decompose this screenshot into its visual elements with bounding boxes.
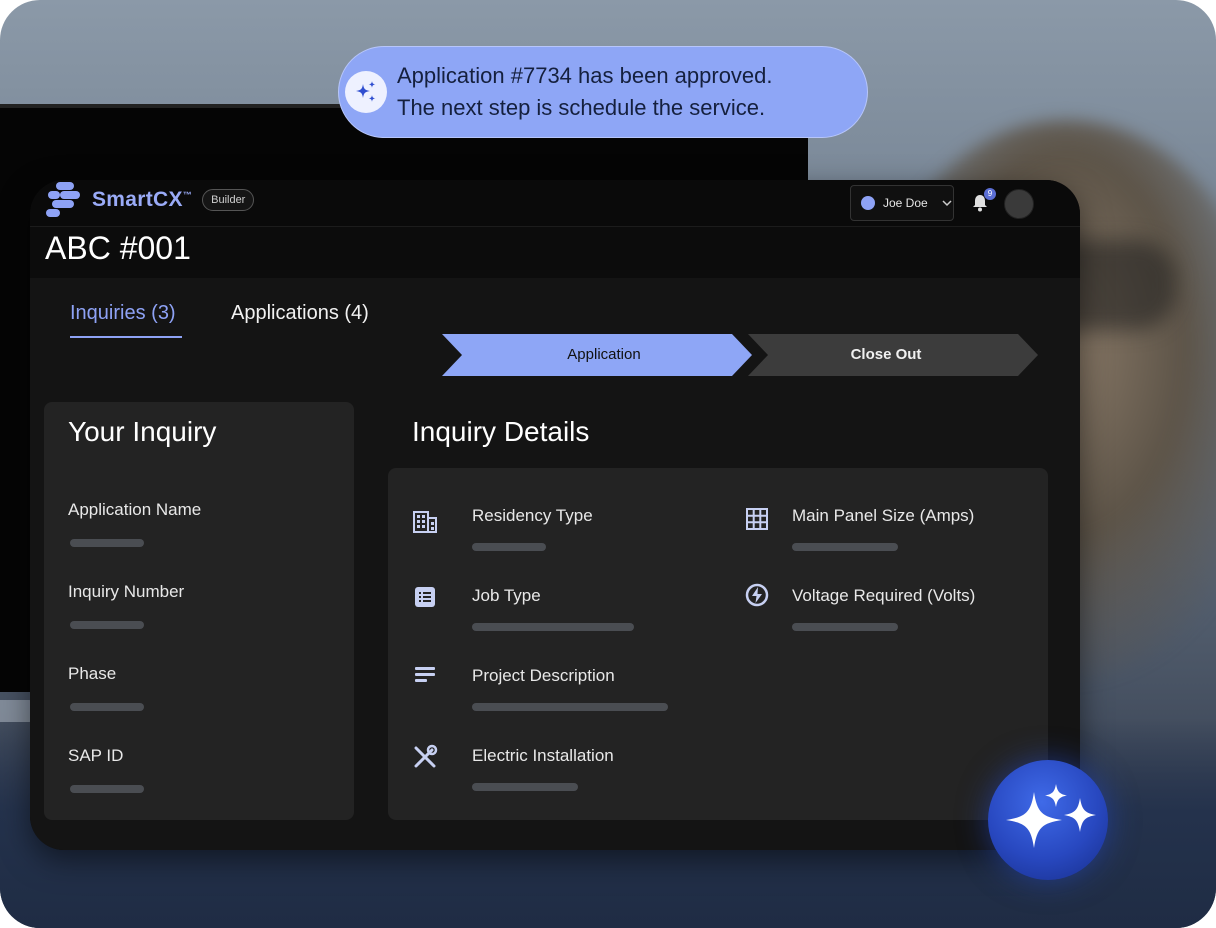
inquiry-details-title: Inquiry Details (412, 416, 590, 447)
builder-badge: Builder (202, 189, 255, 211)
field-value-placeholder (70, 539, 144, 547)
app-window: SmartCX™ Builder Joe Doe 9 ABC #001 Inqu… (30, 180, 1080, 850)
tab-applications[interactable]: Applications (4) (231, 302, 369, 325)
sparkle-icon (1006, 784, 1096, 848)
notification-badge: 9 (984, 188, 996, 200)
building-icon (413, 511, 437, 533)
detail-label-residency-type: Residency Type (472, 506, 593, 525)
chevron-down-icon (942, 200, 952, 207)
detail-label-main-panel-size: Main Panel Size (Amps) (792, 506, 975, 525)
tools-icon (414, 744, 438, 768)
toast-message: Application #7734 has been approved. The… (397, 60, 773, 124)
field-value-placeholder (70, 785, 144, 793)
field-label-sap-id: SAP ID (68, 746, 124, 765)
brand-name: SmartCX™ (92, 188, 193, 211)
user-icon (861, 196, 875, 210)
logo-icon (46, 182, 86, 218)
active-tab-indicator (70, 336, 182, 338)
step-close-out[interactable]: Close Out (768, 334, 1004, 376)
avatar[interactable] (1004, 189, 1034, 219)
detail-label-electric-installation: Electric Installation (472, 746, 614, 765)
step-application[interactable]: Application (462, 334, 746, 376)
user-name: Joe Doe (883, 196, 928, 210)
lightning-icon (745, 583, 769, 607)
your-inquiry-title: Your Inquiry (68, 416, 217, 447)
text-lines-icon (415, 667, 435, 682)
grid-icon (746, 508, 768, 530)
user-menu-button[interactable]: Joe Doe (850, 185, 954, 221)
toast-line-1: Application #7734 has been approved. (397, 63, 773, 88)
field-value-placeholder (70, 621, 144, 629)
screen-frame: SmartCX™ Builder Joe Doe 9 ABC #001 Inqu… (0, 0, 1216, 928)
your-inquiry-card: Your Inquiry Application Name Inquiry Nu… (44, 402, 354, 820)
detail-value-placeholder (472, 623, 634, 631)
detail-value-placeholder (472, 543, 546, 551)
tab-inquiries[interactable]: Inquiries (3) (70, 302, 176, 325)
field-value-placeholder (70, 703, 144, 711)
ai-assistant-button[interactable] (988, 760, 1108, 880)
sparkle-icon (345, 71, 387, 113)
page-title: ABC #001 (45, 230, 191, 266)
detail-label-job-type: Job Type (472, 586, 541, 605)
inquiry-details-card: Residency Type Job Type Project Descript… (388, 468, 1048, 820)
approval-toast[interactable]: Application #7734 has been approved. The… (338, 46, 868, 138)
brand-logo[interactable]: SmartCX™ Builder (46, 182, 255, 218)
list-icon (415, 587, 435, 607)
toast-line-2: The next step is schedule the service. (397, 95, 766, 120)
field-label-application-name: Application Name (68, 500, 202, 519)
detail-value-placeholder (792, 623, 898, 631)
detail-value-placeholder (472, 783, 578, 791)
progress-steps: Application Close Out (442, 334, 1042, 383)
top-bar: SmartCX™ Builder Joe Doe 9 (30, 180, 1080, 227)
detail-label-voltage-required: Voltage Required (Volts) (792, 586, 976, 605)
detail-label-project-description: Project Description (472, 666, 615, 685)
field-label-inquiry-number: Inquiry Number (68, 582, 185, 601)
detail-value-placeholder (472, 703, 668, 711)
detail-value-placeholder (792, 543, 898, 551)
field-label-phase: Phase (68, 664, 117, 683)
